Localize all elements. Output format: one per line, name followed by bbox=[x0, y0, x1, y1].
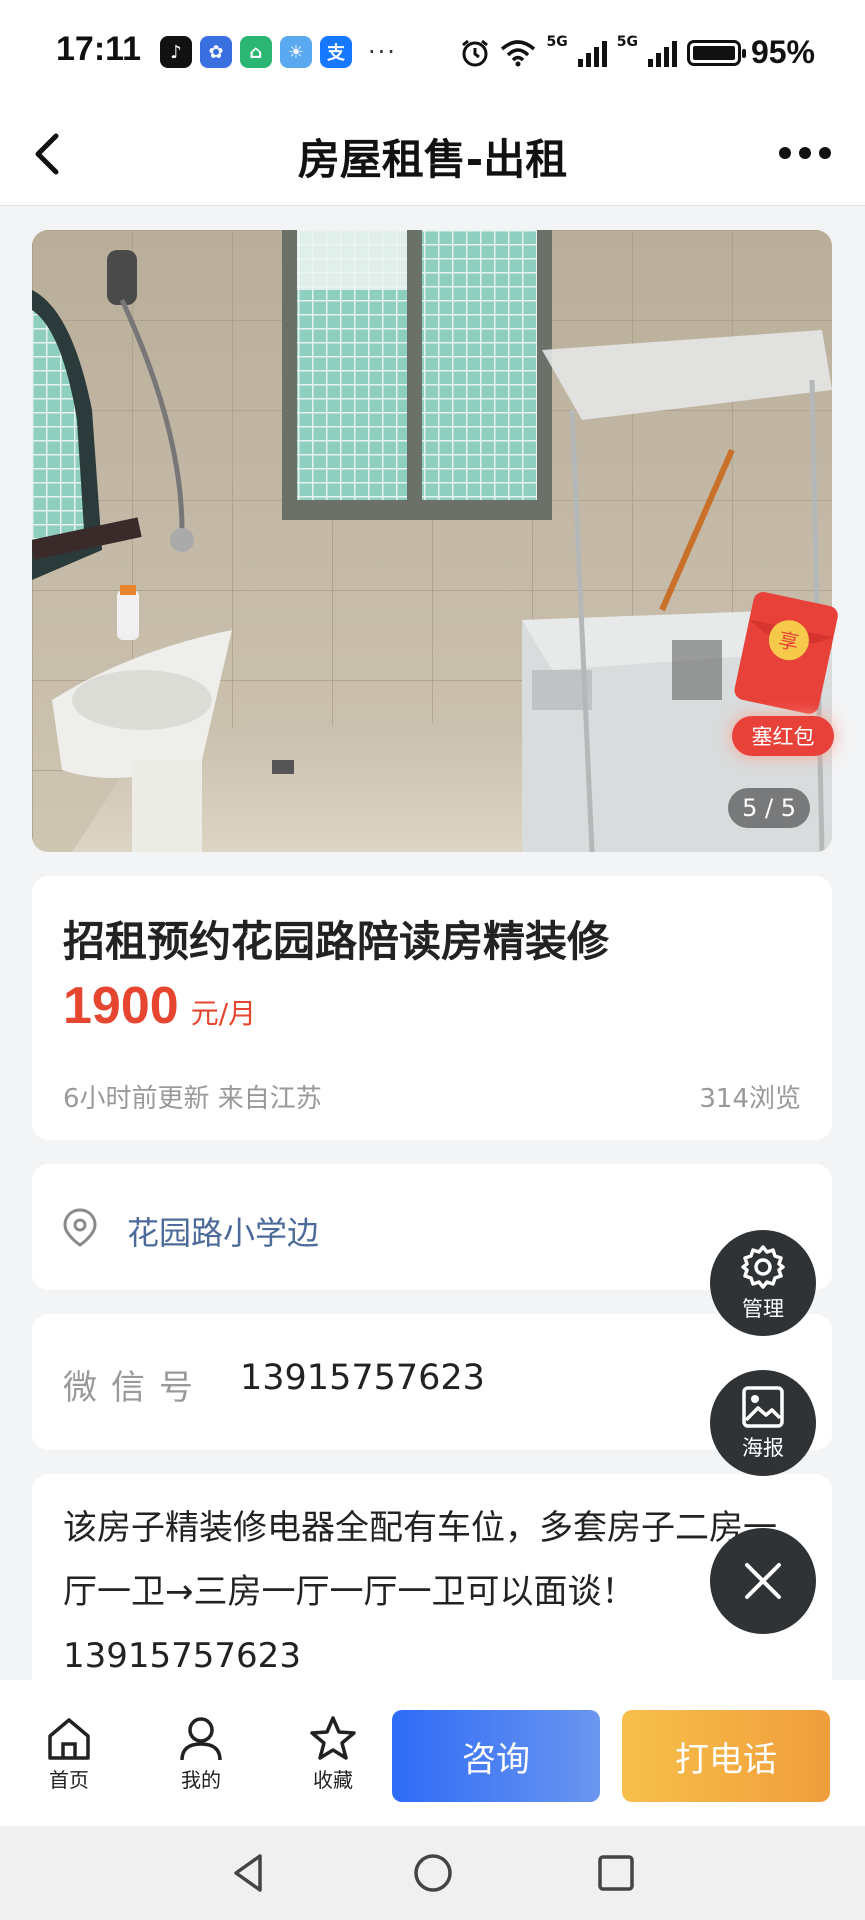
tab-favorite[interactable]: 收藏 bbox=[288, 1714, 378, 1793]
baidu-icon: ✿ bbox=[200, 36, 232, 68]
more-notifications-icon: ··· bbox=[368, 38, 397, 66]
wifi-icon bbox=[501, 39, 536, 66]
listing-photo[interactable]: 5 / 5 bbox=[32, 230, 832, 852]
manage-label: 管理 bbox=[742, 1297, 784, 1321]
tiktok-icon: ♪ bbox=[160, 36, 192, 68]
app-header: 房屋租售-出租 bbox=[0, 100, 865, 206]
weather-icon: ☀ bbox=[280, 36, 312, 68]
photo-counter: 5 / 5 bbox=[728, 788, 810, 828]
tab-home[interactable]: 首页 bbox=[24, 1714, 114, 1793]
home-icon bbox=[48, 1718, 90, 1760]
signal-icon-1 bbox=[577, 39, 607, 67]
tab-mine[interactable]: 我的 bbox=[156, 1714, 246, 1793]
tab-favorite-label: 收藏 bbox=[313, 1768, 353, 1792]
house-app-icon: ⌂ bbox=[240, 36, 272, 68]
close-icon bbox=[745, 1563, 781, 1599]
description-text: 该房子精装修电器全配有车位，多套房子二房一厅一卫→三房一厅一厅一卫可以面谈！13… bbox=[63, 1508, 777, 1676]
call-button[interactable]: 打电话 bbox=[622, 1710, 830, 1802]
red-packet-label[interactable]: 塞红包 bbox=[732, 716, 834, 756]
bottom-toolbar: 首页 我的 收藏 咨询 打电话 bbox=[0, 1680, 865, 1826]
location-pin-icon bbox=[63, 1208, 97, 1247]
battery-percent: 95% bbox=[750, 34, 815, 70]
status-app-icons: ♪ ✿ ⌂ ☀ 支 ··· bbox=[160, 36, 397, 68]
status-time: 17:11 bbox=[56, 30, 142, 68]
image-icon bbox=[742, 1386, 784, 1428]
price-unit: 元/月 bbox=[190, 997, 257, 1030]
listing-title: 招租预约花园路陪读房精装修 bbox=[63, 917, 610, 966]
status-bar: 17:11 ♪ ✿ ⌂ ☀ 支 ··· 5G 5G 95% bbox=[0, 0, 865, 100]
listing-info-card: 招租预约花园路陪读房精装修 1900 元/月 6小时前更新 来自江苏 314浏览 bbox=[32, 876, 832, 1140]
view-count: 314浏览 bbox=[699, 1084, 801, 1114]
wechat-id[interactable]: 13915757623 bbox=[240, 1358, 485, 1398]
battery-icon bbox=[686, 39, 746, 66]
tab-mine-label: 我的 bbox=[181, 1768, 221, 1792]
consult-button[interactable]: 咨询 bbox=[392, 1710, 600, 1802]
system-navigation-bar bbox=[0, 1826, 865, 1920]
close-menu-button[interactable] bbox=[710, 1528, 816, 1634]
star-icon bbox=[310, 1716, 356, 1760]
tab-home-label: 首页 bbox=[49, 1768, 89, 1792]
poster-label: 海报 bbox=[742, 1436, 784, 1460]
location-text[interactable]: 花园路小学边 bbox=[127, 1208, 319, 1254]
alarm-icon bbox=[462, 39, 489, 66]
alipay-icon: 支 bbox=[320, 36, 352, 68]
nav-back-icon[interactable] bbox=[228, 1852, 270, 1894]
gear-icon bbox=[741, 1245, 785, 1289]
more-options-icon[interactable] bbox=[779, 138, 839, 168]
wechat-label: 微信号 bbox=[63, 1368, 207, 1408]
manage-button[interactable]: 管理 bbox=[710, 1230, 816, 1336]
rent-price: 1900 bbox=[63, 977, 179, 1035]
price-row: 1900 元/月 bbox=[63, 976, 256, 1036]
bathroom-photo bbox=[32, 230, 832, 852]
poster-button[interactable]: 海报 bbox=[710, 1370, 816, 1476]
status-indicators: 5G 5G 95% bbox=[460, 34, 815, 71]
user-icon bbox=[180, 1717, 222, 1761]
signal-icon-2 bbox=[647, 39, 677, 67]
network-type-2: 5G bbox=[616, 34, 638, 50]
network-type-1: 5G bbox=[546, 34, 568, 50]
nav-home-icon[interactable] bbox=[412, 1852, 454, 1894]
page-title: 房屋租售-出租 bbox=[297, 135, 568, 184]
update-info: 6小时前更新 来自江苏 bbox=[63, 1084, 322, 1114]
nav-recents-icon[interactable] bbox=[595, 1852, 637, 1894]
